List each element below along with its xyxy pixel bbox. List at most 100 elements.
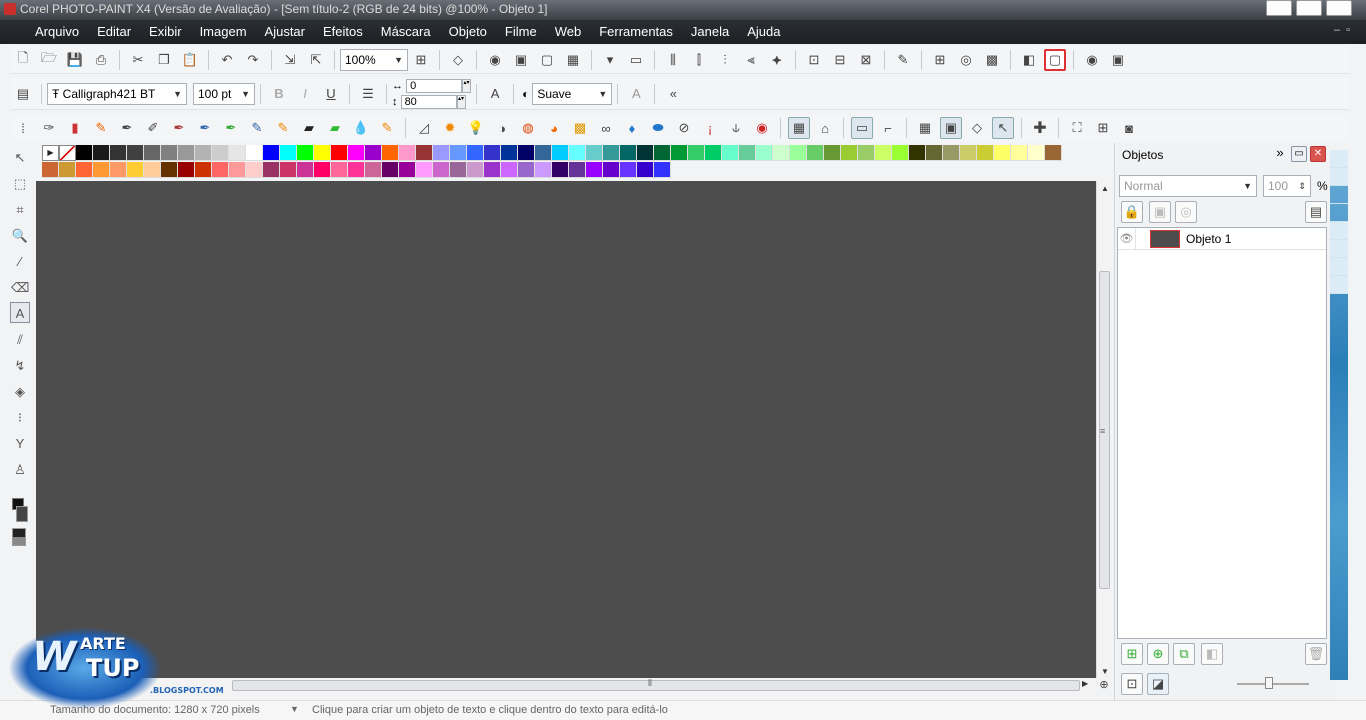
color-swatch[interactable] — [331, 145, 348, 161]
color-swatch[interactable] — [671, 145, 688, 161]
zoom-window-icon[interactable]: ⊞ — [1092, 117, 1114, 139]
eyedropper-tool-icon[interactable]: ⁄ — [10, 250, 30, 271]
spinner-arrows-icon[interactable]: ▴▾ — [456, 94, 466, 109]
lightbulb-icon[interactable]: 💡 — [465, 117, 487, 139]
color-swatch[interactable] — [552, 162, 569, 178]
highlighter-icon[interactable]: ✎ — [272, 117, 294, 139]
preview-icon[interactable]: ◙ — [1118, 117, 1140, 139]
pastel-icon[interactable]: ✎ — [376, 117, 398, 139]
effect-brush-icon[interactable]: ◿ — [413, 117, 435, 139]
color-swatch[interactable] — [229, 145, 246, 161]
thumbnail-size-slider[interactable] — [1237, 683, 1309, 685]
text-render-icon[interactable]: A — [484, 83, 506, 105]
color-swatch[interactable] — [926, 145, 943, 161]
clip-mask-icon[interactable]: ⊡ — [1121, 673, 1143, 695]
color-swatch[interactable] — [841, 145, 858, 161]
align-text-icon[interactable]: ☰ — [357, 83, 379, 105]
menu-ajustar[interactable]: Ajustar — [256, 20, 314, 44]
scroll-up-icon[interactable]: ▲ — [1097, 184, 1113, 193]
object-split-icon[interactable]: ⊠ — [855, 49, 877, 71]
rulers-icon[interactable]: ⌐ — [877, 117, 899, 139]
maximize-button[interactable] — [1296, 0, 1322, 16]
color-wheel-icon[interactable]: ◕ — [543, 117, 565, 139]
kerning-spinner[interactable]: ↔ 0 ▴▾ — [392, 78, 472, 93]
art-brush-icon[interactable]: ✹ — [439, 117, 461, 139]
charcoal-icon[interactable]: ▰ — [298, 117, 320, 139]
color-swatch[interactable] — [110, 162, 127, 178]
color-swatch[interactable] — [858, 145, 875, 161]
smear-icon[interactable]: ✑ — [38, 117, 60, 139]
list-item[interactable]: 👁 Objeto 1 — [1118, 227, 1326, 250]
mask-invert-icon[interactable]: ▦ — [562, 49, 584, 71]
full-screen-icon[interactable]: ⛶ — [1066, 117, 1088, 139]
eraser-mode-icon[interactable]: ◇ — [447, 49, 469, 71]
color-swatch[interactable] — [586, 162, 603, 178]
expand-icon[interactable]: » — [1272, 146, 1288, 162]
show-grid-icon[interactable]: ▦ — [788, 117, 810, 139]
spinner-arrows-icon[interactable]: ▴▾ — [462, 78, 472, 93]
redo-icon[interactable]: ↷ — [242, 49, 264, 71]
color-swatch[interactable] — [433, 145, 450, 161]
effects-icon[interactable]: ⯌ — [766, 49, 788, 71]
undo-brush-icon[interactable]: ¡ — [699, 117, 721, 139]
color-swatch[interactable] — [127, 145, 144, 161]
fill-color[interactable] — [12, 528, 26, 546]
color-swatch[interactable] — [263, 145, 280, 161]
color-swatch[interactable] — [807, 145, 824, 161]
scroll-right-icon[interactable]: ▶ — [1082, 679, 1088, 688]
glasses-icon[interactable]: ∞ — [595, 117, 617, 139]
marquee-toggle-icon[interactable]: ▢ — [1044, 48, 1066, 71]
color-swatch[interactable] — [552, 145, 569, 161]
navigator-icon[interactable]: ⊕ — [1096, 678, 1112, 694]
calligraphy-icon[interactable]: ✐ — [142, 117, 164, 139]
opacity-field[interactable]: 100 ⇕ — [1263, 175, 1311, 197]
menu-web[interactable]: Web — [546, 20, 591, 44]
color-swatch[interactable] — [722, 145, 739, 161]
italic-icon[interactable]: I — [294, 83, 316, 105]
pick-tool-icon[interactable]: ↖ — [10, 146, 30, 167]
menu-imagem[interactable]: Imagem — [191, 20, 256, 44]
color-swatch[interactable] — [246, 162, 263, 178]
color-swatch[interactable] — [399, 145, 416, 161]
green-marker-icon[interactable]: ▰ — [324, 117, 346, 139]
color-swatch[interactable] — [654, 145, 671, 161]
color-swatch[interactable] — [756, 145, 773, 161]
color-swatch[interactable] — [637, 145, 654, 161]
combine-objects-icon[interactable]: ◧ — [1201, 643, 1223, 665]
scroll-thumb[interactable] — [232, 680, 1080, 691]
color-swatch[interactable] — [790, 145, 807, 161]
lock-position-icon[interactable]: ◎ — [1175, 201, 1197, 223]
menu-exibir[interactable]: Exibir — [140, 20, 191, 44]
docker-close-button[interactable]: ✕ — [1310, 146, 1326, 162]
color-swatch[interactable] — [569, 162, 586, 178]
color-swatch[interactable] — [246, 145, 263, 161]
image-canvas[interactable] — [36, 181, 1096, 678]
zoom-fit-icon[interactable]: ⊞ — [410, 49, 432, 71]
import-icon[interactable]: ⇲ — [279, 49, 301, 71]
mask-marquee-icon[interactable]: ▣ — [510, 49, 532, 71]
color-swatch[interactable] — [144, 162, 161, 178]
color-swatch[interactable] — [773, 145, 790, 161]
scroll-down-icon[interactable]: ▼ — [1097, 667, 1113, 676]
view-object-icon[interactable]: ▣ — [1107, 49, 1129, 71]
color-swatch[interactable] — [178, 145, 195, 161]
docker-minimize-button[interactable]: ▭ — [1291, 146, 1307, 162]
color-balance-icon[interactable]: ⫼ — [662, 49, 684, 71]
color-swatch[interactable] — [399, 162, 416, 178]
pointer-icon[interactable]: ↖ — [992, 117, 1014, 139]
levels-icon[interactable]: ⫿ — [688, 49, 710, 71]
mask-tool-icon[interactable]: ⬚ — [10, 172, 30, 193]
color-swatch[interactable] — [705, 145, 722, 161]
color-swatch[interactable] — [688, 145, 705, 161]
color-swatch[interactable] — [824, 145, 841, 161]
hue-saturation-icon[interactable]: ⫷ — [740, 49, 762, 71]
clip-to-parent-icon[interactable]: ◪ — [1147, 673, 1169, 695]
color-swatch[interactable] — [739, 145, 756, 161]
grid-icon[interactable]: ▦ — [914, 117, 936, 139]
color-swatch[interactable] — [314, 162, 331, 178]
zoom-tool-icon[interactable]: 🔍 — [10, 224, 30, 245]
snap-icon[interactable]: ▣ — [940, 117, 962, 139]
guides-icon[interactable]: ◇ — [966, 117, 988, 139]
copy-icon[interactable]: ❐ — [153, 49, 175, 71]
bold-icon[interactable]: B — [268, 83, 290, 105]
